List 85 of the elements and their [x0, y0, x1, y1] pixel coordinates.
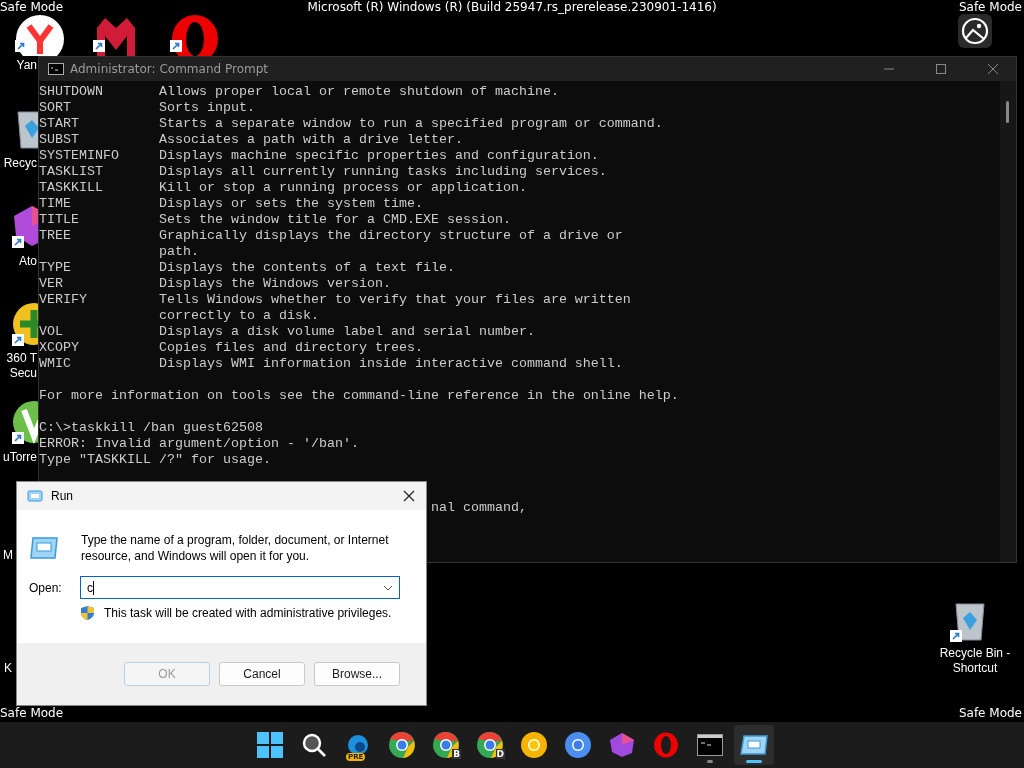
safe-mode-label: Safe Mode [958, 706, 1022, 720]
command-description: Displays the Windows version. [158, 276, 391, 291]
search-icon [301, 732, 327, 758]
chrome-icon [432, 731, 460, 759]
profile-icon[interactable] [958, 14, 992, 48]
command-name: SHUTDOWN [39, 84, 104, 100]
command-description: Displays the contents of a text file. [158, 260, 455, 275]
taskbar-button[interactable] [734, 725, 774, 765]
safe-mode-label: Safe Mode [0, 0, 64, 14]
command-description: Starts a separate window to run a specified program or command. [158, 116, 663, 131]
shield-icon [80, 605, 95, 621]
command-description: Displays all currently running tasks including services. [158, 164, 607, 179]
desktop-icon-label: Recycle Bin - [939, 646, 1011, 661]
hexagon-app-icon [609, 732, 635, 758]
open-label: Open: [29, 580, 63, 595]
command-description: Graphically displays the directory structure of a drive or [158, 228, 623, 243]
command-description: Kill or stop a running process or application. [158, 180, 527, 195]
console-output: For more information on tools see the command-line reference in the online help. [39, 388, 679, 403]
command-description: correctly to a disk. [158, 308, 319, 323]
safe-mode-label: Safe Mode [958, 0, 1022, 14]
dialog-description: Type the name of a program, folder, document, or Internet resource, and Windows will open it for you. [81, 532, 390, 564]
safe-mode-label: Safe Mode [0, 706, 64, 720]
command-name: XCOPY [39, 340, 80, 356]
chrome-icon [476, 731, 504, 759]
command-name: TITLE [39, 212, 80, 228]
taskbar-button[interactable]: D [470, 725, 510, 765]
command-description: Sets the window title for a CMD.EXE session. [158, 212, 511, 227]
desktop-icon-label: Yan [16, 58, 37, 73]
desktop-icon-label: Recyc [3, 156, 37, 171]
desktop-icon-label: 360 T [6, 351, 37, 366]
command-name: VER [39, 276, 64, 292]
desktop-icon-label: K [4, 661, 12, 676]
taskbar-button[interactable]: B [426, 725, 466, 765]
command-name: TASKKILL [39, 180, 104, 196]
command-name: TYPE [39, 260, 72, 276]
hexagon-app-icon[interactable] [12, 204, 38, 248]
console-output: Type "TASKKILL /?" for usage. [39, 452, 271, 467]
desktop-icon-label: Ato [19, 254, 37, 269]
build-title: Microsoft (R) Windows (R) (Build 25947.rs_prerelease.230901-1416) [307, 0, 717, 14]
desktop-icon-label: Secu [9, 366, 37, 381]
desktop-icon-label: M [3, 548, 13, 563]
command-description: path. [158, 244, 199, 259]
window-title: Administrator: Command Prompt [70, 62, 268, 76]
run-icon [740, 734, 768, 756]
command-name: VOL [39, 324, 64, 340]
ring-logo-icon [564, 731, 592, 759]
command-description: Allows proper local or remote shutdown of machine. [158, 84, 559, 99]
command-name: SUBST [39, 132, 80, 148]
command-description: Sorts input. [158, 100, 255, 115]
run-icon [29, 536, 59, 560]
open-combobox[interactable]: c [80, 576, 400, 599]
command-description: Tells Windows whether to verify that your files are written [158, 292, 631, 307]
command-description: Displays machine specific properties and configuration. [158, 148, 599, 163]
command-name: TASKLIST [39, 164, 104, 180]
close-icon[interactable] [402, 489, 416, 503]
ring-logo-icon [520, 731, 548, 759]
command-name: START [39, 116, 80, 132]
terminal-icon [697, 734, 723, 756]
command-description: Associates a path with a drive letter. [158, 132, 463, 147]
command-name: TIME [39, 196, 72, 212]
command-name: SYSTEMINFO [39, 148, 120, 164]
console-icon [48, 63, 64, 75]
command-description: Displays WMI information inside interactive command shell. [158, 356, 623, 371]
console-output: C:\>taskkill /ban guest62508 [39, 420, 263, 435]
command-description: Displays a disk volume label and serial number. [158, 324, 535, 339]
desktop-icon-label: Shortcut [952, 661, 998, 676]
console-output: nal command, [430, 500, 527, 515]
admin-note: This task will be created with administrative privileges. [104, 606, 392, 620]
console-output: ERROR: Invalid argument/option - '/ban'. [39, 436, 359, 451]
dialog-title: Run [51, 489, 73, 503]
wave-logo-icon [345, 734, 371, 756]
windows-logo-icon [256, 731, 284, 759]
dialog-button[interactable]: Browse... [314, 662, 400, 686]
command-name: WMIC [39, 356, 72, 372]
command-description: Copies files and directory trees. [158, 340, 423, 355]
command-description: Displays or sets the system time. [158, 196, 423, 211]
command-name: VERIFY [39, 292, 88, 308]
chrome-icon [388, 731, 416, 759]
opera-icon [653, 732, 679, 758]
command-name: SORT [39, 100, 72, 116]
scrollbar-thumb[interactable] [1006, 101, 1009, 123]
command-name: TREE [39, 228, 72, 244]
dialog-button[interactable]: Cancel [219, 662, 305, 686]
run-icon [27, 490, 43, 502]
desktop-icon-label: uTorre [3, 450, 37, 465]
